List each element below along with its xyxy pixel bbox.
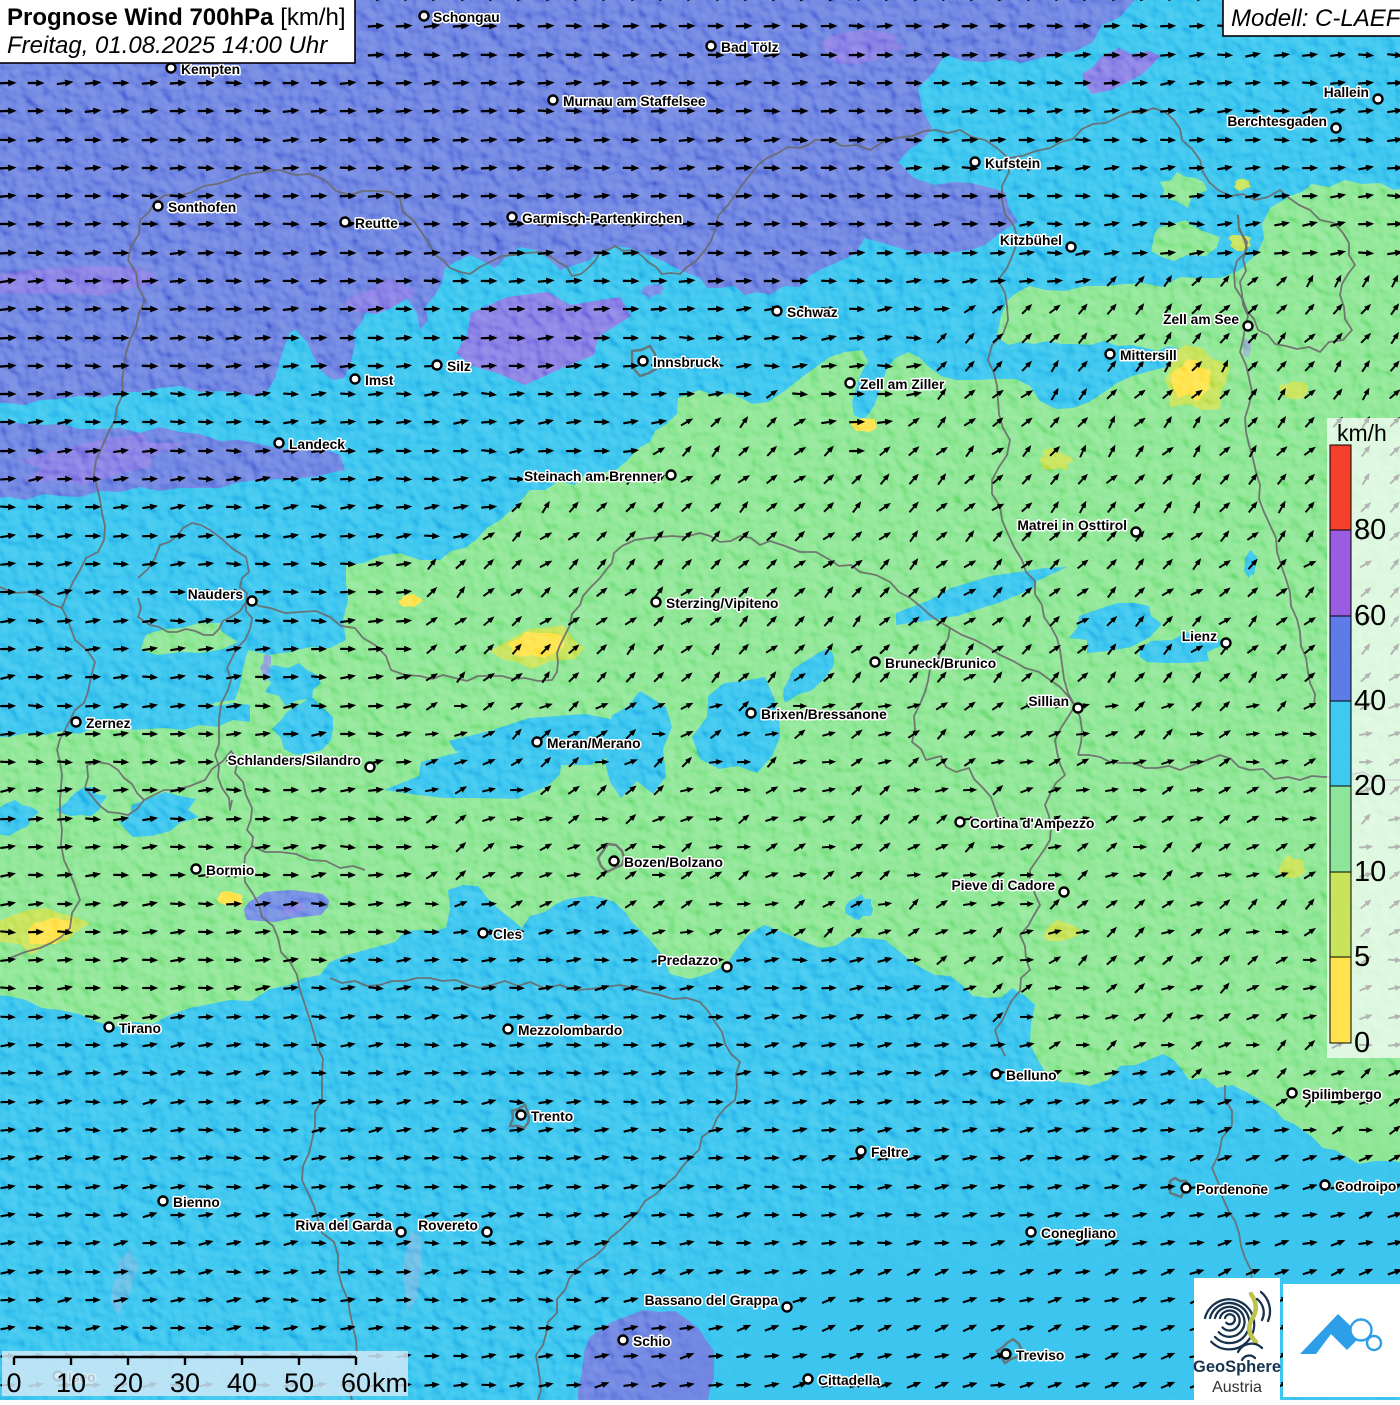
svg-text:Rovereto: Rovereto [418, 1218, 478, 1233]
svg-text:40: 40 [227, 1368, 257, 1398]
svg-text:40: 40 [1354, 685, 1386, 717]
svg-text:Berchtesgaden: Berchtesgaden [1227, 114, 1327, 129]
svg-text:Spilimbergo: Spilimbergo [1302, 1087, 1382, 1102]
svg-text:Cles: Cles [493, 927, 522, 942]
svg-text:Predazzo: Predazzo [657, 953, 718, 968]
svg-text:Schio: Schio [633, 1334, 671, 1349]
svg-text:Cortina d'Ampezzo: Cortina d'Ampezzo [970, 816, 1094, 831]
svg-text:60: 60 [341, 1368, 371, 1398]
svg-text:10: 10 [1354, 856, 1386, 888]
svg-text:Zernez: Zernez [86, 716, 131, 731]
svg-text:Kitzbühel: Kitzbühel [1000, 233, 1062, 248]
svg-text:Sterzing/Vipiteno: Sterzing/Vipiteno [666, 596, 778, 611]
svg-text:GeoSphere: GeoSphere [1193, 1358, 1281, 1376]
svg-text:Modell: C-LAEF: Modell: C-LAEF [1231, 5, 1400, 32]
svg-text:80: 80 [1354, 514, 1386, 546]
svg-text:Schwaz: Schwaz [787, 305, 838, 320]
svg-text:Silz: Silz [447, 359, 471, 374]
svg-text:10: 10 [56, 1368, 86, 1398]
svg-text:Conegliano: Conegliano [1041, 1226, 1116, 1241]
svg-text:Zell am Ziller: Zell am Ziller [860, 377, 945, 392]
svg-text:Lienz: Lienz [1182, 629, 1217, 644]
svg-text:Bad Tölz: Bad Tölz [721, 40, 779, 55]
svg-text:Imst: Imst [365, 373, 394, 388]
svg-text:Treviso: Treviso [1016, 1348, 1064, 1363]
svg-text:Schongau: Schongau [433, 10, 500, 25]
svg-text:Hallein: Hallein [1324, 85, 1369, 100]
svg-text:30: 30 [170, 1368, 200, 1398]
svg-text:Pordenone: Pordenone [1196, 1182, 1268, 1197]
svg-text:0: 0 [6, 1368, 21, 1398]
svg-text:0: 0 [1354, 1027, 1370, 1059]
svg-text:Mezzolombardo: Mezzolombardo [518, 1023, 622, 1038]
svg-text:Reutte: Reutte [355, 216, 398, 231]
svg-text:Feltre: Feltre [871, 1145, 909, 1160]
svg-text:km/h: km/h [1337, 420, 1387, 446]
svg-text:Kempten: Kempten [181, 62, 240, 77]
svg-text:60: 60 [1354, 600, 1386, 632]
svg-text:Mittersill: Mittersill [1120, 348, 1177, 363]
svg-text:Codroipo: Codroipo [1335, 1179, 1396, 1194]
svg-text:Garmisch-Partenkirchen: Garmisch-Partenkirchen [522, 211, 682, 226]
svg-text:20: 20 [1354, 770, 1386, 802]
svg-text:Sillian: Sillian [1028, 694, 1069, 709]
svg-text:20: 20 [113, 1368, 143, 1398]
svg-text:Bassano del Grappa: Bassano del Grappa [645, 1293, 779, 1308]
svg-text:Belluno: Belluno [1006, 1068, 1057, 1083]
svg-text:Innsbruck: Innsbruck [653, 355, 719, 370]
svg-text:Zell am See: Zell am See [1163, 312, 1239, 327]
svg-text:Nauders: Nauders [188, 587, 244, 602]
svg-text:50: 50 [284, 1368, 314, 1398]
svg-text:Steinach am Brenner: Steinach am Brenner [524, 469, 663, 484]
svg-text:Bruneck/Brunico: Bruneck/Brunico [885, 656, 996, 671]
svg-text:Tirano: Tirano [119, 1021, 161, 1036]
svg-text:Prognose Wind 700hPa [km/h]: Prognose Wind 700hPa [km/h] [7, 4, 346, 31]
svg-text:Schlanders/Silandro: Schlanders/Silandro [228, 753, 361, 768]
svg-text:Sonthofen: Sonthofen [168, 200, 236, 215]
svg-text:Kufstein: Kufstein [985, 156, 1040, 171]
svg-text:Landeck: Landeck [289, 437, 345, 452]
svg-text:Trento: Trento [531, 1109, 573, 1124]
svg-text:Bormio: Bormio [206, 863, 254, 878]
svg-text:Austria: Austria [1212, 1379, 1262, 1396]
svg-text:Riva del Garda: Riva del Garda [295, 1218, 392, 1233]
svg-text:km: km [372, 1368, 408, 1398]
svg-text:Brixen/Bressanone: Brixen/Bressanone [761, 707, 887, 722]
svg-text:5: 5 [1354, 941, 1370, 973]
svg-text:Pieve di Cadore: Pieve di Cadore [951, 878, 1055, 893]
svg-text:Matrei in Osttirol: Matrei in Osttirol [1017, 518, 1127, 533]
svg-text:Cittadella: Cittadella [818, 1373, 880, 1388]
svg-text:Bienno: Bienno [173, 1195, 220, 1210]
svg-text:Murnau am Staffelsee: Murnau am Staffelsee [563, 94, 706, 109]
svg-text:Bozen/Bolzano: Bozen/Bolzano [624, 855, 723, 870]
svg-text:Freitag, 01.08.2025 14:00 Uhr: Freitag, 01.08.2025 14:00 Uhr [7, 32, 328, 59]
svg-text:Meran/Merano: Meran/Merano [547, 736, 641, 751]
